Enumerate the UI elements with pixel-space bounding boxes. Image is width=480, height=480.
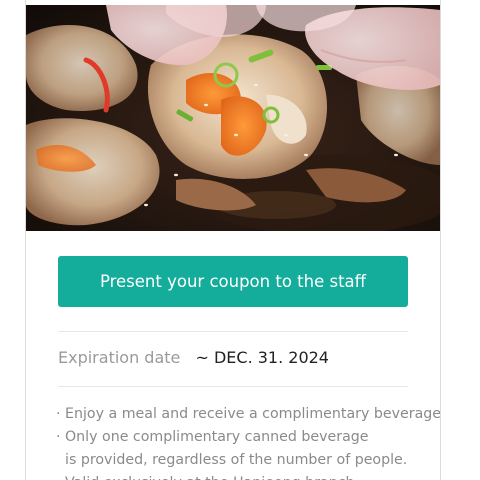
expiration-row: Expiration date ~ DEC. 31. 2024 xyxy=(58,348,428,372)
coupon-card: Present your coupon to the staff Expirat… xyxy=(25,0,441,480)
terms-item: · Enjoy a meal and receive a complimenta… xyxy=(56,406,441,422)
expiration-label: Expiration date xyxy=(58,348,181,367)
terms-item: · Only one complimentary canned beverage… xyxy=(56,426,440,472)
expiration-value: ~ DEC. 31. 2024 xyxy=(195,348,329,367)
divider xyxy=(58,331,408,332)
terms-item-line: · Only one complimentary canned beverage xyxy=(56,429,369,445)
food-photo xyxy=(26,5,440,231)
terms-item: · Valid exclusively at the Hapjeong bran… xyxy=(56,472,440,480)
present-coupon-button[interactable]: Present your coupon to the staff xyxy=(58,256,408,307)
terms-item-continuation: is provided, regardless of the number of… xyxy=(65,452,408,468)
coupon-terms-list: · Enjoy a meal and receive a complimenta… xyxy=(56,403,440,480)
divider xyxy=(58,386,408,387)
